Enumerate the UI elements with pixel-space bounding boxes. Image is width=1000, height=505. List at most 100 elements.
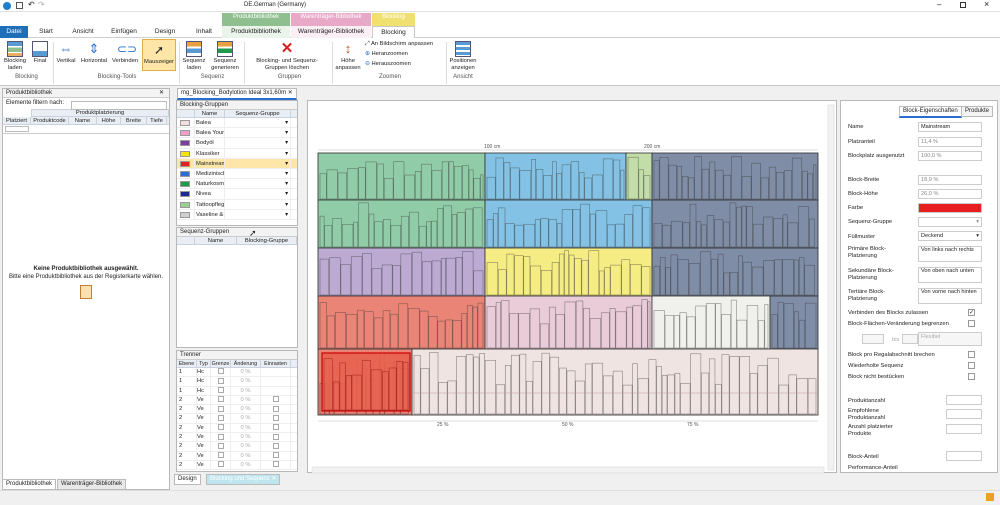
col-breite[interactable]: Breite: [121, 117, 147, 124]
einrasten-checkbox[interactable]: [261, 386, 291, 395]
sequenz-gruppe-dropdown[interactable]: ▾: [918, 217, 982, 227]
regal-checkbox[interactable]: [968, 351, 975, 358]
tab-produkte[interactable]: Produkte: [961, 106, 994, 117]
sequenz-gruppe-dropdown[interactable]: ▾: [225, 148, 291, 158]
fuellmuster-dropdown[interactable]: Deckend ▾: [918, 231, 982, 241]
tab-inhalt[interactable]: Inhalt: [190, 26, 218, 38]
blocking-group-row[interactable]: Bodyöl ▾: [177, 138, 297, 149]
col-hoehe[interactable]: Höhe: [97, 117, 121, 124]
col-name[interactable]: Name: [69, 117, 97, 124]
vertikal-button[interactable]: ⇔ Vertikal: [55, 41, 77, 65]
positionen-button[interactable]: Positionen anzeigen: [448, 41, 478, 71]
filter-input[interactable]: [71, 101, 167, 110]
flaechen-checkbox[interactable]: [968, 320, 975, 327]
grenze-checkbox[interactable]: [211, 386, 231, 395]
tab-datei[interactable]: Datei: [0, 26, 28, 38]
sequenz-gruppe-dropdown[interactable]: ▾: [225, 189, 291, 199]
zoom-in-button[interactable]: ⊕ Heranzoomen: [365, 51, 425, 58]
primaer-dropdown[interactable]: Von links nach rechts: [918, 246, 982, 262]
grenze-checkbox[interactable]: [211, 368, 231, 377]
trenner-row[interactable]: 2 Ve 0 %: [177, 433, 297, 443]
col-ebene[interactable]: Ebene: [177, 360, 197, 367]
sequenz-gruppe-dropdown[interactable]: ▾: [225, 179, 291, 189]
blocking-group-row[interactable]: Tattoopflege ▾: [177, 199, 297, 210]
tab-blocking[interactable]: Blocking: [372, 26, 415, 38]
einrasten-checkbox[interactable]: [261, 395, 291, 405]
trenner-row[interactable]: 2 Ve 0 %: [177, 442, 297, 452]
tab-warentraeger[interactable]: Warenträger-Bibliothek: [291, 26, 371, 38]
block-1-1[interactable]: [484, 199, 653, 249]
einrasten-checkbox[interactable]: [261, 377, 291, 386]
col-name[interactable]: Name: [195, 110, 225, 117]
horizontal-button[interactable]: ⇕ Horizontal: [80, 41, 108, 65]
tab-design[interactable]: Design: [150, 26, 180, 38]
sequenz-gruppe-dropdown[interactable]: ▾: [225, 138, 291, 148]
col-tiefe[interactable]: Tiefe: [147, 117, 167, 124]
document-tab[interactable]: mg_Blocking_Bodylotion Ideal 3x1,60m ✕: [177, 88, 297, 100]
blocking-group-row[interactable]: Nivea ▾: [177, 189, 297, 200]
block-1-2[interactable]: [651, 199, 819, 249]
tab-produktbibliothek-bottom[interactable]: Produktbibliothek: [2, 479, 57, 490]
col-grenze[interactable]: Grenze: [211, 360, 231, 367]
warning-icon[interactable]: [986, 493, 994, 501]
gruppen-loeschen-button[interactable]: ✕ Blocking- und Sequenz-Gruppen löschen: [247, 41, 327, 71]
block-2-0[interactable]: [317, 247, 486, 297]
save-icon[interactable]: [16, 2, 23, 9]
trenner-row[interactable]: 1 Hc 0 %: [177, 368, 297, 378]
close-icon[interactable]: ✕: [271, 476, 276, 482]
trenner-row[interactable]: 2 Ve 0 %: [177, 405, 297, 415]
mauszeiger-button[interactable]: ➚ Mauszeiger: [142, 39, 176, 71]
horizontal-scrollbar[interactable]: [311, 466, 825, 474]
col-typ[interactable]: Typ: [197, 360, 211, 367]
grenze-checkbox[interactable]: [211, 460, 231, 470]
trenner-row[interactable]: 2 Ve 0 %: [177, 460, 297, 471]
maximize-icon[interactable]: [960, 2, 966, 8]
tab-start[interactable]: Start: [32, 26, 60, 38]
undo-icon[interactable]: ↶: [28, 0, 35, 9]
sequenz-gruppe-dropdown[interactable]: ▾: [225, 199, 291, 209]
blocking-canvas[interactable]: 100 cm 200 cm 25 % 50 % 75 %: [307, 100, 838, 474]
verbinden-button[interactable]: ⊂⊃ Verbinden: [111, 41, 139, 65]
trenner-row[interactable]: 1 Hc 0 %: [177, 377, 297, 387]
blocking-group-row[interactable]: Mainstream ▾: [177, 158, 297, 169]
sequenz-gruppe-dropdown[interactable]: ▾: [225, 158, 291, 168]
verbinden-checkbox[interactable]: ✓: [968, 309, 975, 316]
blocking-group-row[interactable]: Balea ▾: [177, 118, 297, 129]
filter-dropdown[interactable]: [5, 126, 29, 132]
tab-warentraeger-bottom[interactable]: Warenträger-Bibliothek: [57, 479, 127, 490]
einrasten-checkbox[interactable]: [261, 460, 291, 470]
grenze-checkbox[interactable]: [211, 414, 231, 423]
blocking-group-row[interactable]: Balea Young▾: [177, 128, 297, 139]
name-field[interactable]: Mainstream: [918, 122, 982, 132]
block-2-2[interactable]: [651, 247, 819, 297]
sequenz-laden-button[interactable]: Sequenz laden: [181, 41, 207, 71]
col-aenderung[interactable]: Änderung: [231, 360, 261, 367]
vertical-scrollbar[interactable]: [827, 104, 835, 471]
block-0-1[interactable]: [484, 152, 627, 201]
grenze-checkbox[interactable]: [211, 377, 231, 386]
trenner-row[interactable]: 2 Ve 0 %: [177, 414, 297, 424]
col-sequenz-gruppe[interactable]: Sequenz-Gruppe: [225, 110, 291, 117]
minimize-icon[interactable]: –: [937, 0, 941, 9]
col-platziert[interactable]: Platziert: [3, 117, 31, 124]
sequenz-gruppe-dropdown[interactable]: ▾: [225, 118, 291, 128]
block-3-2[interactable]: [651, 295, 771, 350]
sequenz-gruppe-dropdown[interactable]: ▾: [225, 168, 291, 179]
blocking-laden-button[interactable]: Blocking laden: [3, 41, 27, 71]
trenner-row[interactable]: 2 Ve 0 %: [177, 423, 297, 434]
color-picker[interactable]: [918, 203, 982, 213]
col-einrasten[interactable]: Einrasten: [261, 360, 291, 367]
close-icon[interactable]: ✕: [288, 90, 293, 96]
grenze-checkbox[interactable]: [211, 433, 231, 442]
sequenz-generieren-button[interactable]: Sequenz generieren: [209, 41, 241, 71]
grenze-checkbox[interactable]: [211, 405, 231, 414]
tertiaer-dropdown[interactable]: Von vorne nach hinten: [918, 288, 982, 304]
redo-icon[interactable]: ↷: [38, 0, 45, 9]
block-0-0[interactable]: [317, 152, 486, 201]
einrasten-checkbox[interactable]: [261, 414, 291, 423]
blocking-group-row[interactable]: Medizinisch ▾: [177, 168, 297, 180]
col-name[interactable]: Name: [195, 237, 237, 244]
grenze-checkbox[interactable]: [211, 423, 231, 433]
blocking-drawing[interactable]: 100 cm 200 cm 25 % 50 % 75 %: [308, 101, 838, 474]
einrasten-checkbox[interactable]: [261, 442, 291, 451]
